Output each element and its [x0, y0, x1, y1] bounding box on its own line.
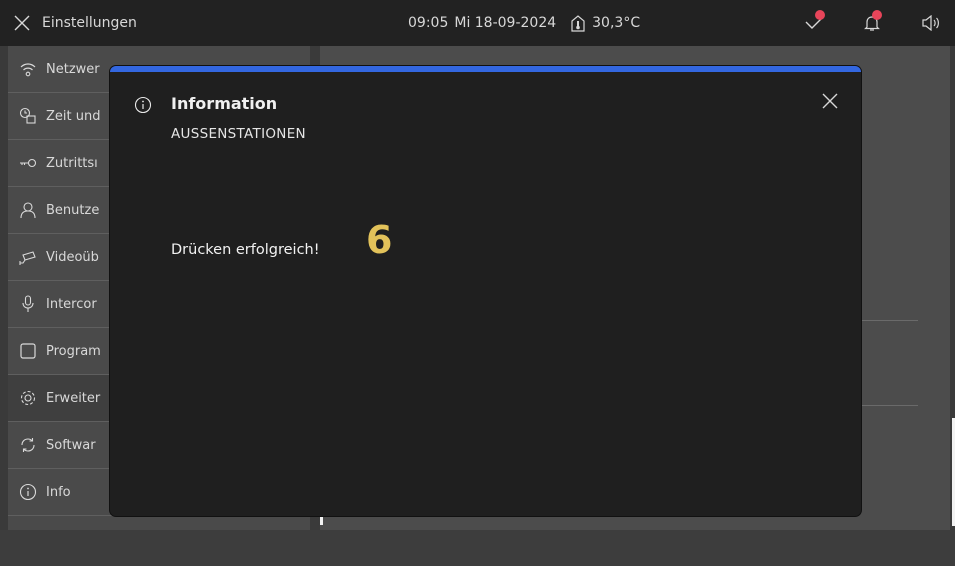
- thermometer-icon: [570, 14, 586, 32]
- gear-icon: [18, 388, 38, 408]
- status-icons: [805, 0, 941, 46]
- close-icon: [822, 93, 838, 109]
- sidebar-item-label: Netzwer: [46, 61, 100, 77]
- sidebar-item-label: Program: [46, 343, 101, 359]
- speaker-icon[interactable]: [921, 15, 941, 31]
- sidebar-item-label: Erweiter: [46, 390, 101, 406]
- sidebar-item-label: Videoüb: [46, 249, 99, 265]
- bell-icon[interactable]: [863, 10, 882, 32]
- notification-dot: [815, 10, 825, 20]
- square-icon: [18, 341, 38, 361]
- dialog-message: Drücken erfolgreich!: [171, 242, 320, 258]
- sidebar-item-label: Intercor: [46, 296, 97, 312]
- info-icon: [18, 482, 38, 502]
- sidebar-item-label: Benutze: [46, 202, 100, 218]
- sidebar-item-label: Softwar: [46, 437, 96, 453]
- checkmark-status-icon[interactable]: [805, 10, 825, 30]
- dialog-header: Information AUSSENSTATIONEN: [110, 72, 861, 142]
- temperature-text: 30,3°C: [592, 15, 641, 31]
- info-icon: [134, 96, 152, 118]
- bottom-bar: [0, 530, 955, 566]
- divider: [860, 405, 918, 406]
- dialog-title: Information: [171, 94, 278, 113]
- clock-time: 09:05: [408, 15, 449, 31]
- key-icon: [18, 153, 38, 173]
- microphone-icon: [18, 294, 38, 314]
- top-bar: Einstellungen 09:05 Mi 18-09-2024 30,3°C: [0, 0, 955, 46]
- clock-calendar-icon: [18, 106, 38, 126]
- refresh-icon: [18, 435, 38, 455]
- sidebar-item-label: Zeit und: [46, 108, 101, 124]
- notification-dot: [872, 10, 882, 20]
- information-dialog: Information AUSSENSTATIONEN Drücken erfo…: [110, 66, 861, 516]
- dialog-subtitle: AUSSENSTATIONEN: [171, 126, 306, 142]
- title-group: Einstellungen: [14, 15, 137, 31]
- divider: [860, 320, 918, 321]
- user-icon: [18, 200, 38, 220]
- close-icon[interactable]: [14, 15, 30, 31]
- page-title: Einstellungen: [42, 15, 137, 31]
- wifi-icon: [18, 59, 38, 79]
- press-counter: 6: [366, 218, 393, 262]
- dialog-close-button[interactable]: [819, 90, 841, 112]
- sidebar-item-label: Zutrittsı: [46, 155, 98, 171]
- sidebar-item-label: Info: [46, 484, 71, 500]
- camera-icon: [18, 247, 38, 267]
- date-text: Mi 18-09-2024: [454, 15, 557, 31]
- status-info: 09:05 Mi 18-09-2024 30,3°C: [408, 0, 640, 46]
